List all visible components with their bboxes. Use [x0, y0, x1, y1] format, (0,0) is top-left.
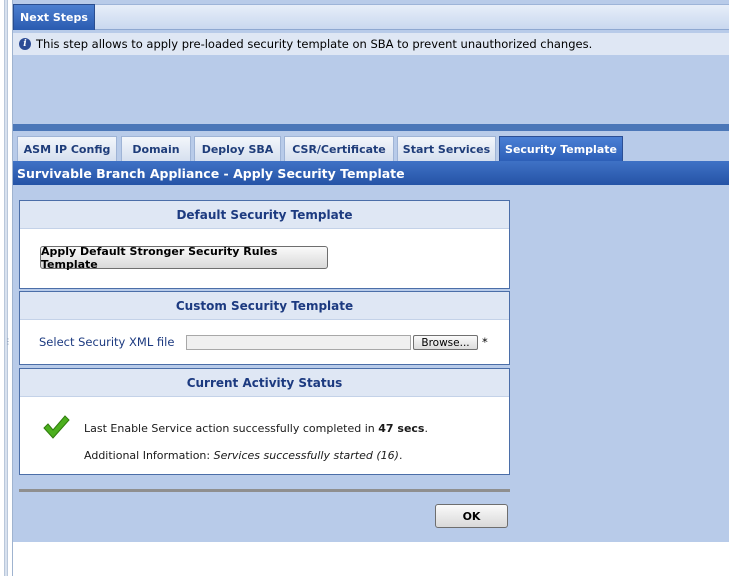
next-steps-panel: Next Steps i This step allows to apply p… [13, 0, 729, 124]
activity-status-heading: Current Activity Status [20, 369, 509, 397]
section-title: Survivable Branch Appliance - Apply Secu… [13, 161, 729, 185]
tab-asm-ip-config[interactable]: ASM IP Config [17, 136, 117, 161]
custom-template-panel: Custom Security Template Select Security… [19, 291, 510, 365]
separator-bar [13, 124, 729, 131]
next-steps-info: i This step allows to apply pre-loaded s… [13, 33, 729, 55]
required-mark: * [482, 335, 488, 349]
main-area: Next Steps i This step allows to apply p… [13, 0, 729, 576]
footer-area [13, 542, 729, 576]
additional-info-line: Additional Information: Services success… [84, 449, 402, 462]
left-splitter[interactable]: ⋮ [0, 0, 13, 576]
default-template-heading: Default Security Template [20, 201, 509, 229]
additional-info-suffix: . [398, 449, 403, 462]
browse-button[interactable]: Browse... [413, 335, 478, 350]
next-steps-tab[interactable]: Next Steps [13, 4, 95, 30]
additional-info-value: Services successfully started (16) [213, 449, 399, 462]
activity-status-panel: Current Activity Status Last Enable Serv… [19, 368, 510, 475]
xml-file-label: Select Security XML file [39, 335, 175, 349]
info-icon: i [19, 38, 31, 50]
splitter-track [4, 0, 8, 576]
status-suffix: . [424, 422, 428, 435]
custom-template-heading: Custom Security Template [20, 292, 509, 320]
additional-info-label: Additional Information: [84, 449, 211, 462]
content-area: Default Security Template Apply Default … [13, 185, 729, 542]
default-template-panel: Default Security Template Apply Default … [19, 200, 510, 289]
status-line: Last Enable Service action successfully … [84, 422, 428, 435]
tab-deploy-sba[interactable]: Deploy SBA [194, 136, 281, 161]
status-prefix: Last Enable Service action successfully … [84, 422, 375, 435]
next-steps-info-text: This step allows to apply pre-loaded sec… [36, 37, 593, 51]
tab-csr-certificate[interactable]: CSR/Certificate [284, 136, 394, 161]
wizard-tabs: ASM IP Config Domain Deploy SBA CSR/Cert… [13, 131, 729, 161]
status-duration: 47 secs [378, 422, 425, 435]
ok-button[interactable]: OK [435, 504, 508, 528]
tab-domain[interactable]: Domain [121, 136, 191, 161]
splitter-grip-icon[interactable]: ⋮ [4, 338, 12, 352]
tab-start-services[interactable]: Start Services [397, 136, 496, 161]
next-steps-header [13, 4, 729, 30]
xml-file-input[interactable] [186, 335, 411, 350]
apply-default-template-button[interactable]: Apply Default Stronger Security Rules Te… [40, 245, 328, 271]
tab-security-template[interactable]: Security Template [499, 136, 623, 161]
success-check-icon [43, 415, 70, 439]
footer-divider [19, 489, 510, 492]
